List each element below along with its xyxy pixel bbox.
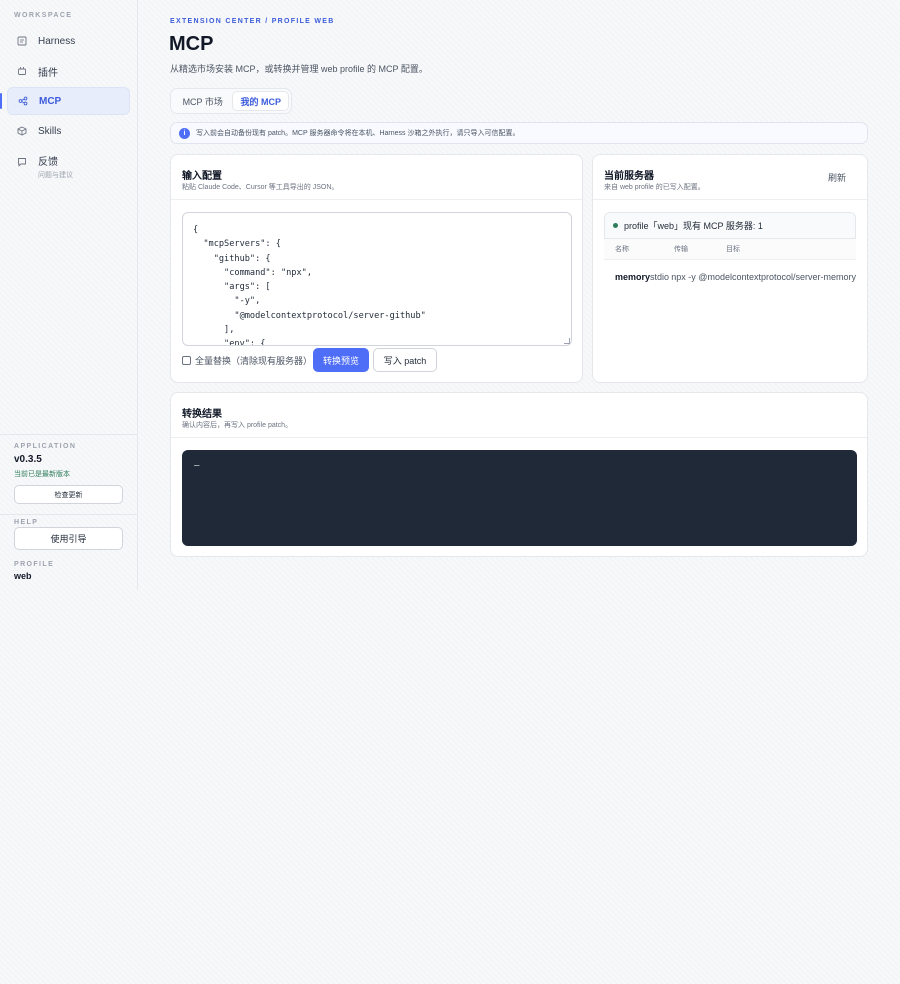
card-subtitle: 来自 web profile 的已写入配置。	[604, 184, 705, 191]
current-servers-card: 当前服务器 来自 web profile 的已写入配置。 刷新 profile「…	[592, 154, 868, 383]
card-title: 转换结果	[182, 409, 222, 420]
workspace-heading: WORKSPACE	[14, 12, 73, 19]
sidebar-item-mcp[interactable]: MCP	[7, 87, 130, 115]
input-config-card: 输入配置 粘贴 Claude Code、Cursor 等工具导出的 JSON。 …	[170, 154, 583, 383]
sidebar-item-harness[interactable]: Harness	[7, 27, 130, 55]
server-table: profile「web」现有 MCP 服务器: 1 名称 传输 目标 memor…	[604, 212, 856, 298]
chat-icon	[17, 157, 27, 167]
sidebar-item-skills[interactable]: Skills	[7, 117, 130, 145]
replace-all-option[interactable]: 全量替换（清除现有服务器）	[182, 354, 312, 367]
tab-bar: MCP 市场 我的 MCP	[170, 88, 292, 114]
notice-banner: i 写入前会自动备份现有 patch。MCP 服务器命令将在本机、Harness…	[170, 122, 868, 144]
textarea-resize-handle[interactable]	[564, 338, 570, 344]
card-header: 输入配置 粘贴 Claude Code、Cursor 等工具导出的 JSON。	[171, 155, 582, 200]
card-header: 转换结果 确认内容后，再写入 profile patch。	[171, 393, 867, 438]
info-icon: i	[179, 127, 190, 139]
share-icon	[18, 96, 28, 106]
plugin-icon	[17, 66, 27, 76]
sidebar-item-plugins[interactable]: 插件	[7, 57, 130, 85]
version-label: v0.3.5	[14, 454, 42, 465]
table-row[interactable]: memory stdio npx -y @modelcontextprotoco…	[604, 260, 856, 293]
sidebar-divider	[0, 514, 138, 515]
column-header: 传输	[674, 246, 688, 253]
sidebar-item-feedback[interactable]: 反馈 问题与建议	[7, 147, 130, 181]
conversion-result-card: 转换结果 确认内容后，再写入 profile patch。 —	[170, 392, 868, 557]
profile-heading: PROFILE	[14, 561, 55, 568]
help-heading: HELP	[14, 519, 39, 526]
sidebar-item-label: 插件	[38, 67, 58, 79]
card-header: 当前服务器 来自 web profile 的已写入配置。 刷新	[593, 155, 867, 200]
replace-all-label: 全量替换（清除现有服务器）	[195, 356, 313, 366]
sidebar-item-label: Skills	[38, 125, 62, 137]
profile-value: web	[14, 571, 32, 581]
column-header: 名称	[615, 246, 629, 253]
card-subtitle: 确认内容后，再写入 profile patch。	[182, 422, 293, 429]
check-update-button[interactable]: 检查更新	[14, 485, 123, 504]
active-indicator	[0, 93, 2, 109]
sidebar-divider	[0, 434, 138, 435]
notice-text: 写入前会自动备份现有 patch。MCP 服务器命令将在本机、Harness 沙…	[196, 130, 520, 137]
version-status: 当前已是最新版本	[14, 471, 70, 478]
column-header: 目标	[726, 246, 740, 253]
server-status: profile「web」现有 MCP 服务器: 1	[604, 212, 856, 238]
card-title: 当前服务器	[604, 171, 654, 182]
server-name: memory	[615, 271, 651, 282]
sidebar-item-label: Harness	[38, 35, 76, 47]
result-output-panel: —	[182, 450, 857, 546]
cube-icon	[17, 126, 27, 136]
page-title: MCP	[169, 33, 214, 55]
replace-all-checkbox[interactable]	[182, 356, 191, 365]
breadcrumb: EXTENSION CENTER / PROFILE WEB	[170, 18, 335, 25]
status-dot-icon	[613, 223, 618, 228]
write-patch-button[interactable]: 写入 patch	[373, 348, 437, 372]
tab-mcp-market[interactable]: MCP 市场	[173, 91, 232, 111]
sidebar: WORKSPACE Harness 插件 MCP Skills 反馈 问题与建议	[0, 0, 138, 590]
sidebar-item-label: MCP	[39, 95, 62, 107]
tab-my-mcp[interactable]: 我的 MCP	[232, 91, 289, 111]
page-description: 从精选市场安装 MCP，或转换并管理 web profile 的 MCP 配置。	[170, 64, 428, 74]
sidebar-item-sublabel: 问题与建议	[38, 172, 73, 179]
server-target: npx -y @modelcontextprotocol/server-memo…	[671, 271, 856, 282]
table-header: 名称 传输 目标	[604, 238, 856, 260]
result-output-text: —	[194, 461, 200, 471]
preview-button[interactable]: 转换预览	[313, 348, 369, 372]
server-status-text: profile「web」现有 MCP 服务器: 1	[624, 221, 763, 231]
application-heading: APPLICATION	[14, 443, 77, 450]
document-icon	[17, 36, 27, 46]
refresh-button[interactable]: 刷新	[828, 171, 846, 184]
guide-button[interactable]: 使用引导	[14, 527, 123, 550]
sidebar-item-label: 反馈	[38, 157, 58, 168]
card-subtitle: 粘贴 Claude Code、Cursor 等工具导出的 JSON。	[182, 184, 339, 191]
config-json-textarea[interactable]: { "mcpServers": { "github": { "command":…	[182, 212, 572, 346]
card-title: 输入配置	[182, 171, 222, 182]
server-transport: stdio	[650, 271, 670, 282]
